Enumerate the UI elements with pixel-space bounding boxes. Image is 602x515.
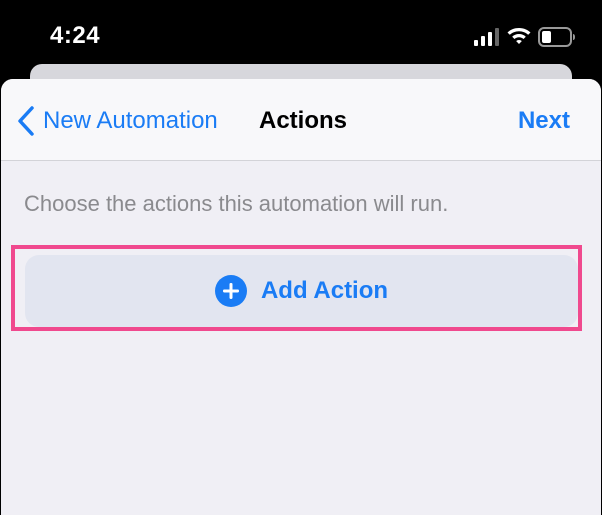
phone-screen: 4:24 New Automation Actions Next Choose …	[0, 0, 602, 515]
page-title: Actions	[259, 107, 348, 134]
actions-sheet: New Automation Actions Next Choose the a…	[1, 79, 601, 515]
status-bar: 4:24	[0, 0, 602, 62]
chevron-left-icon	[18, 106, 34, 136]
navigation-bar: New Automation Actions Next	[1, 79, 601, 161]
highlight-annotation	[11, 245, 582, 331]
back-button-label: New Automation	[43, 107, 218, 134]
actions-description: Choose the actions this automation will …	[24, 191, 449, 216]
cellular-signal-icon	[474, 28, 499, 46]
battery-icon	[538, 27, 575, 47]
wifi-icon	[507, 28, 531, 44]
back-button[interactable]: New Automation	[17, 105, 218, 137]
next-button[interactable]: Next	[518, 105, 570, 137]
status-time: 4:24	[50, 22, 101, 49]
